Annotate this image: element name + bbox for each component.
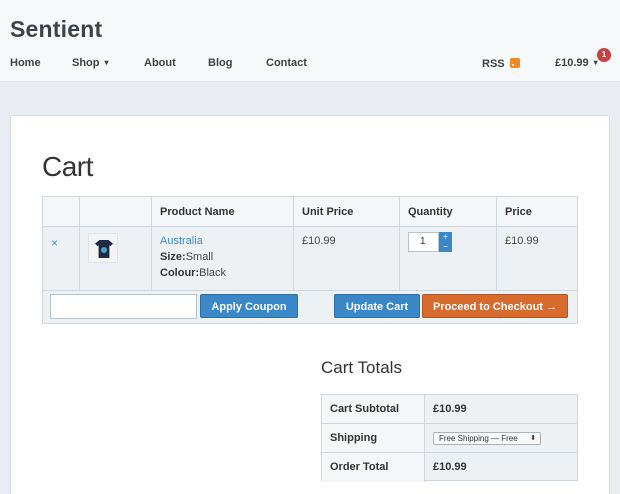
- column-header-remove: [43, 197, 80, 227]
- main-nav: Home Shop ▾ About Blog Contact RSS £10.99…: [0, 57, 620, 71]
- table-row-thumbnail-cell: [80, 227, 152, 291]
- tshirt-print: [101, 247, 107, 253]
- shipping-method-value: Free Shipping — Free: [439, 434, 518, 443]
- column-header-price: Price: [497, 197, 577, 227]
- page-title: Cart: [42, 151, 93, 182]
- colour-label: Colour:: [160, 267, 200, 279]
- table-row-remove-cell: ×: [43, 227, 80, 291]
- cart-total: £10.99: [555, 57, 589, 69]
- nav-item-about[interactable]: About: [144, 57, 176, 69]
- shipping-label: Shipping: [322, 424, 425, 453]
- nav-item-home[interactable]: Home: [10, 57, 41, 69]
- product-thumbnail[interactable]: [88, 233, 118, 263]
- order-total-label: Order Total: [322, 453, 425, 482]
- nav-item-shop-label: Shop: [72, 57, 100, 69]
- product-size: Size:Small: [160, 251, 285, 263]
- coupon-code-input[interactable]: [50, 294, 197, 319]
- colour-value: Black: [199, 267, 227, 279]
- quantity-decrease-button[interactable]: −: [439, 242, 452, 252]
- quantity-increase-button[interactable]: +: [439, 232, 452, 242]
- subtotal-value: £10.99: [425, 395, 577, 424]
- size-label: Size:: [160, 251, 186, 263]
- column-header-thumbnail: [80, 197, 152, 227]
- quantity-input[interactable]: 1: [408, 232, 439, 252]
- proceed-to-checkout-button[interactable]: Proceed to Checkout →: [422, 294, 568, 318]
- nav-item-shop[interactable]: Shop ▾: [72, 57, 109, 69]
- remove-item-icon[interactable]: ×: [51, 236, 58, 250]
- table-row-product-cell: Australia Size:Small Colour:Black: [152, 227, 294, 291]
- nav-item-contact[interactable]: Contact: [266, 57, 307, 69]
- apply-coupon-button[interactable]: Apply Coupon: [200, 294, 298, 318]
- column-header-quantity: Quantity: [400, 197, 497, 227]
- column-header-product-name: Product Name: [152, 197, 294, 227]
- size-value: Small: [185, 251, 214, 263]
- product-colour: Colour:Black: [160, 267, 285, 279]
- cart-total-link[interactable]: £10.99 ▾: [555, 57, 598, 69]
- chevron-down-icon: ▾: [104, 58, 109, 67]
- rss-label: RSS: [482, 58, 505, 70]
- column-header-unit-price: Unit Price: [294, 197, 400, 227]
- rss-icon: [509, 58, 520, 68]
- cart-count-badge: 1: [597, 48, 611, 62]
- chevron-down-icon: ▾: [593, 58, 598, 67]
- table-row-unit-price: £10.99: [294, 227, 400, 291]
- table-row-price: £10.99: [497, 227, 577, 291]
- nav-item-blog[interactable]: Blog: [208, 57, 232, 69]
- cart-totals-title: Cart Totals: [321, 358, 402, 377]
- order-total-value: £10.99: [433, 461, 467, 473]
- cart-totals-table: Cart Subtotal £10.99 Shipping Free Shipp…: [321, 394, 578, 482]
- product-name-link[interactable]: Australia: [160, 235, 285, 247]
- update-cart-button[interactable]: Update Cart: [334, 294, 420, 318]
- shipping-method-select[interactable]: Free Shipping — Free ⬍: [433, 432, 541, 445]
- select-arrows-icon: ⬍: [530, 435, 536, 442]
- subtotal-label: Cart Subtotal: [322, 395, 425, 424]
- site-logo[interactable]: Sentient: [10, 16, 102, 43]
- quantity-stepper: 1 + −: [408, 232, 452, 252]
- rss-link[interactable]: RSS: [482, 57, 520, 70]
- cart-actions: Apply Coupon Update Cart Proceed to Chec…: [42, 290, 578, 324]
- site-header: Sentient Home Shop ▾ About Blog Contact R…: [0, 0, 620, 82]
